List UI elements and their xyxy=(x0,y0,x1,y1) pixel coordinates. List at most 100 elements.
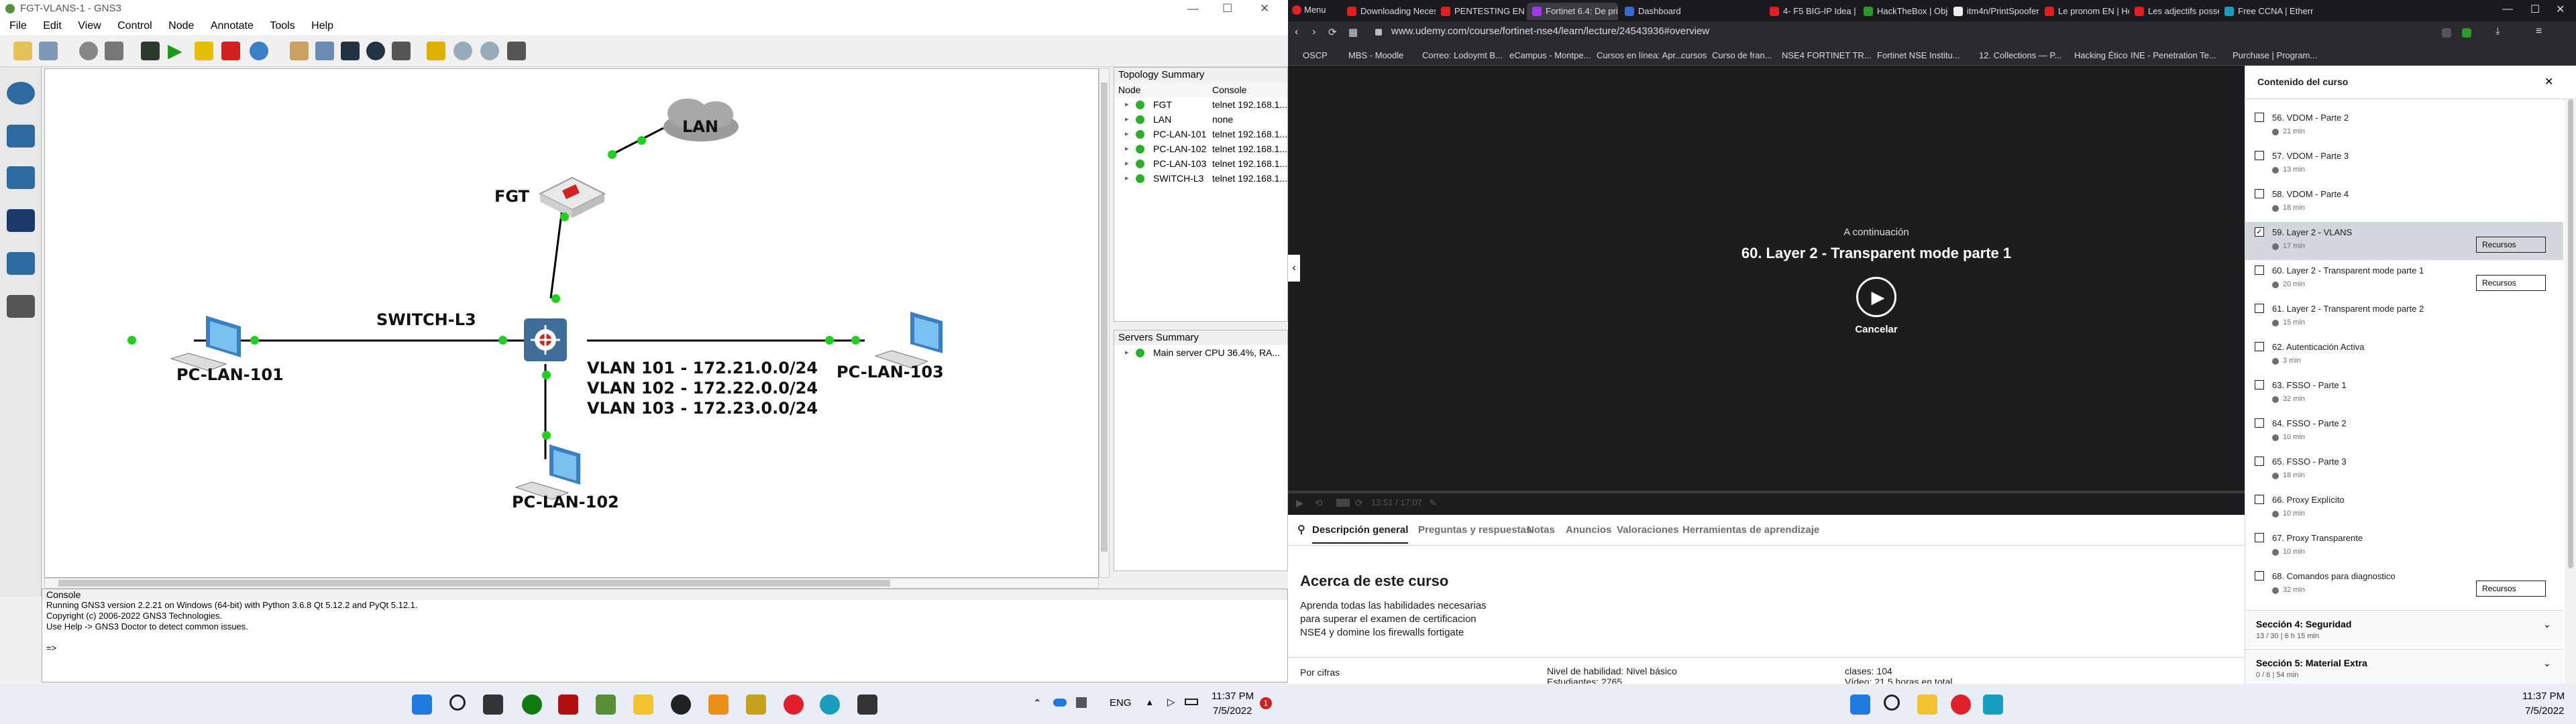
bookmark[interactable]: eCampus - Montpe... xyxy=(1509,50,1591,60)
lecture-item[interactable]: 67. Proxy Transparente 10 min xyxy=(2245,528,2563,566)
checkbox[interactable] xyxy=(2255,533,2264,542)
node-label-pc103[interactable]: PC-LAN-103 xyxy=(837,363,944,381)
bookmark[interactable]: Correo: Lodoymt B... xyxy=(1422,50,1503,60)
notification-badge[interactable]: 1 xyxy=(1260,697,1272,709)
task-view-icon[interactable] xyxy=(483,695,503,715)
menu-node[interactable]: Node xyxy=(168,20,194,32)
minimize-button[interactable]: — xyxy=(1187,0,1199,17)
stop-all-icon[interactable] xyxy=(221,42,240,60)
terminal-icon[interactable] xyxy=(1983,695,2003,715)
add-note-icon[interactable] xyxy=(290,42,309,60)
section-row[interactable]: Sección 5: Material Extra 0 / 6 | 54 min… xyxy=(2245,649,2563,684)
summary-row[interactable]: ▸ SWITCH-L3 telnet 192.168.1... xyxy=(1114,171,1287,186)
maximize-button[interactable]: ☐ xyxy=(1222,0,1232,17)
node-label-pc102[interactable]: PC-LAN-102 xyxy=(512,493,619,511)
summary-row[interactable]: ▸ PC-LAN-101 telnet 192.168.1... xyxy=(1114,127,1287,141)
clock-time[interactable]: 11:37 PM xyxy=(2522,690,2565,702)
close-sidebar-icon[interactable]: ✕ xyxy=(2544,75,2553,88)
battery-icon[interactable] xyxy=(1185,699,1198,705)
browser-menu-label[interactable]: Menu xyxy=(1304,5,1326,15)
lecture-item[interactable]: ✓ 59. Layer 2 - VLANS 17 min Recursos xyxy=(2245,222,2563,260)
browser-tab[interactable]: PENTESTING EN ESP... xyxy=(1436,3,1527,20)
vlan-note[interactable]: VLAN 101 - 172.21.0.0/24 xyxy=(587,359,818,377)
opera-icon[interactable] xyxy=(1951,695,1971,715)
address-bar[interactable]: www.udemy.com/course/fortinet-nse4/learn… xyxy=(1378,25,2250,37)
bookmark[interactable]: Fortinet NSE Institu... xyxy=(1877,50,1960,60)
zoom-in-icon[interactable] xyxy=(453,42,472,60)
lecture-item[interactable]: 58. VDOM - Parte 4 18 min xyxy=(2245,184,2563,222)
snapshot-icon[interactable] xyxy=(79,42,98,60)
firewall-icon[interactable] xyxy=(538,176,606,218)
checkbox[interactable] xyxy=(2255,265,2264,275)
bookmark[interactable]: MBS - Moodle xyxy=(1348,50,1403,60)
start-icon[interactable] xyxy=(412,695,432,715)
checkbox-checked[interactable]: ✓ xyxy=(2255,227,2264,237)
open-project-icon[interactable] xyxy=(39,42,58,60)
browser-tab[interactable]: Downloading Necess... xyxy=(1342,3,1436,20)
close-button[interactable]: ✕ xyxy=(2556,3,2565,16)
lecture-item[interactable]: 57. VDOM - Parte 3 13 min xyxy=(2245,145,2563,184)
scroll-thumb[interactable] xyxy=(1101,82,1108,552)
menu-file[interactable]: File xyxy=(9,20,27,32)
forward-icon[interactable]: › xyxy=(1312,26,1316,38)
bookmark[interactable]: 12. Collections — P... xyxy=(1979,50,2061,60)
menu-view[interactable]: View xyxy=(78,20,101,32)
vlan-note[interactable]: VLAN 102 - 172.22.0.0/24 xyxy=(587,379,818,398)
checkbox[interactable] xyxy=(2255,457,2264,466)
browser-tab[interactable]: Le pronom EN | Hov... xyxy=(2039,3,2129,20)
col-console[interactable]: Console xyxy=(1212,82,1246,97)
resources-button[interactable]: Recursos xyxy=(2476,275,2546,291)
end-devices-icon[interactable] xyxy=(7,166,35,189)
lecture-item[interactable]: 62. Autenticación Activa 3 min xyxy=(2245,337,2563,375)
bookmark[interactable]: OSCP xyxy=(1303,50,1328,60)
back-icon[interactable]: ‹ xyxy=(1295,26,1298,38)
volume-icon[interactable]: ▷ xyxy=(1167,696,1175,708)
node-label-switch[interactable]: SWITCH-L3 xyxy=(376,310,476,329)
console-panel[interactable]: Console Running GNS3 version 2.2.21 on W… xyxy=(42,589,1288,682)
lecture-item[interactable]: 56. VDOM - Parte 2 21 min xyxy=(2245,107,2563,145)
summary-row[interactable]: ▸ FGT telnet 192.168.1... xyxy=(1114,97,1287,112)
lecture-item[interactable]: 63. FSSO - Parte 1 32 min xyxy=(2245,375,2563,413)
onedrive-icon[interactable] xyxy=(1053,699,1067,707)
wifi-icon[interactable]: ▴ xyxy=(1147,696,1152,708)
start-all-icon[interactable]: ▶ xyxy=(168,42,186,60)
rewind-icon[interactable]: ⟲ xyxy=(1315,497,1323,509)
checkbox[interactable] xyxy=(2255,113,2264,122)
lecture-item[interactable]: 61. Layer 2 - Transparent mode parte 2 15… xyxy=(2245,298,2563,337)
clock-date[interactable]: 7/5/2022 xyxy=(2525,705,2564,717)
bookmark[interactable]: Curso de fran... xyxy=(1712,50,1772,60)
opera-icon[interactable] xyxy=(784,695,804,715)
lecture-item[interactable]: 68. Comandos para diagnostico 32 min Recur… xyxy=(2245,566,2563,604)
app-icon[interactable] xyxy=(746,695,766,715)
close-button[interactable]: ✕ xyxy=(1260,0,1269,17)
extension-icon[interactable] xyxy=(2442,28,2451,38)
menu-control[interactable]: Control xyxy=(117,20,152,32)
lecture-item[interactable]: 60. Layer 2 - Transparent mode parte 1 20… xyxy=(2245,260,2563,298)
console-prompt[interactable]: => xyxy=(42,643,1287,654)
zoom-out-icon[interactable] xyxy=(480,42,499,60)
server-row[interactable]: ▸ Main server CPU 36.4%, RA... xyxy=(1114,345,1287,360)
summary-row[interactable]: ▸ PC-LAN-103 telnet 192.168.1... xyxy=(1114,156,1287,171)
menu-annotate[interactable]: Annotate xyxy=(211,20,254,32)
pc-icon[interactable] xyxy=(874,312,943,369)
clock-time[interactable]: 11:37 PM xyxy=(1212,690,1254,702)
add-link-icon[interactable] xyxy=(7,295,35,318)
pc-icon[interactable] xyxy=(170,316,241,371)
tab-qa[interactable]: Preguntas y respuestas xyxy=(1418,524,1532,536)
bookmark[interactable]: INE - Penetration Te... xyxy=(2131,50,2216,60)
routers-icon[interactable] xyxy=(7,82,35,105)
browser-tab[interactable]: Dashboard xyxy=(1619,3,1707,20)
node-label-lan[interactable]: LAN xyxy=(682,117,718,136)
edge-icon[interactable] xyxy=(820,695,840,715)
xbox-icon[interactable] xyxy=(522,695,542,715)
checkbox[interactable] xyxy=(2255,380,2264,389)
minimize-button[interactable]: — xyxy=(2502,3,2513,15)
maximize-button[interactable]: ☐ xyxy=(2530,3,2540,16)
lock-icon[interactable] xyxy=(427,42,445,60)
tray-app-icon[interactable] xyxy=(1076,697,1087,708)
browser-tab-active[interactable]: Fortinet 6.4: De prin... xyxy=(1527,3,1618,20)
scroll-thumb[interactable] xyxy=(2568,99,2573,568)
browser-tab[interactable]: HackTheBox | Objec... xyxy=(1858,3,1948,20)
file-explorer-icon[interactable] xyxy=(633,695,653,715)
file-explorer-icon[interactable] xyxy=(1917,695,1937,715)
